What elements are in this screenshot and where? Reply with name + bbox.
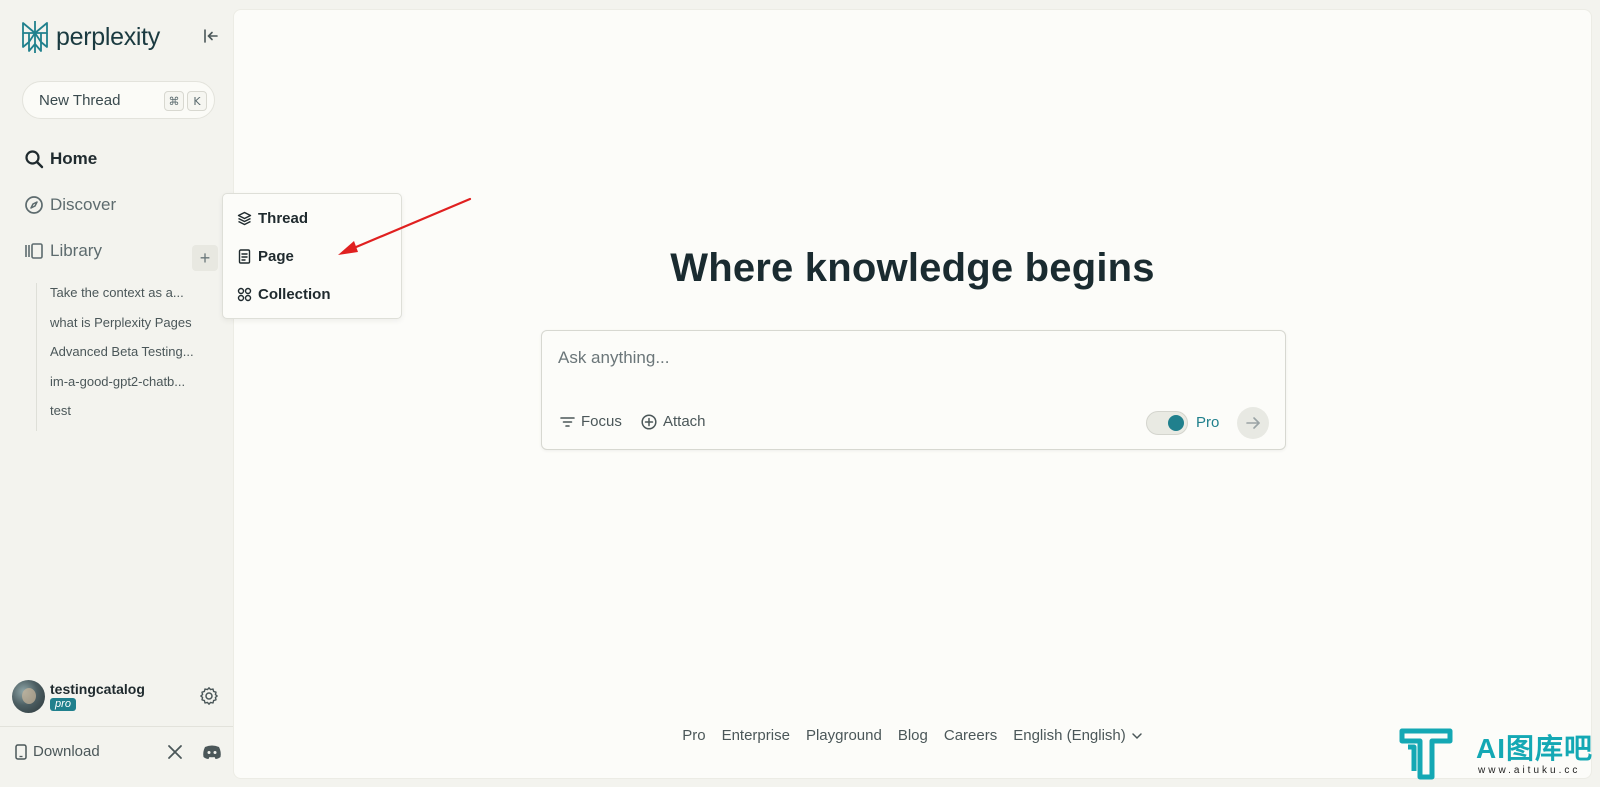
library-item[interactable]: what is Perplexity Pages [37,313,206,343]
user-info: testingcatalog pro [50,681,145,711]
perplexity-logo-icon [22,21,48,53]
focus-button[interactable]: Focus [560,413,622,430]
pro-label: Pro [1196,414,1220,431]
sidebar-item-discover[interactable]: Discover [24,195,116,215]
menu-item-label: Collection [258,286,331,303]
footer-link-playground[interactable]: Playground [806,727,882,744]
user-profile[interactable]: testingcatalog pro [12,679,222,713]
new-thread-button[interactable]: New Thread ⌘ K [22,81,215,119]
menu-item-label: Thread [258,210,309,227]
page-icon [238,249,251,264]
footer-link-careers[interactable]: Careers [944,727,997,744]
menu-item-thread[interactable]: Thread [237,210,308,227]
phone-icon [15,743,27,760]
menu-item-label: Page [258,248,294,265]
sidebar-divider [0,726,233,727]
sidebar: perplexity New Thread ⌘ K Home Discover … [0,0,233,787]
language-selector[interactable]: English (English) [1013,727,1143,744]
avatar [12,679,45,713]
logo[interactable]: perplexity [20,20,160,54]
gear-icon[interactable] [199,686,219,706]
watermark-url: www.aituku.cc [1478,765,1581,776]
watermark-logo-icon [1399,728,1453,780]
grid-icon [237,287,252,302]
shortcut-k-key: K [187,91,207,111]
x-twitter-icon[interactable] [167,744,183,760]
footer: Pro Enterprise Playground Blog Careers E… [234,727,1591,744]
library-list: Take the context as a... what is Perplex… [36,283,206,431]
attach-label: Attach [663,413,706,430]
watermark: AI图库吧 www.aituku.cc [1398,721,1594,781]
chevron-down-icon [1132,732,1142,739]
discord-icon[interactable] [202,744,222,760]
footer-link-pro[interactable]: Pro [682,727,705,744]
pro-toggle[interactable] [1146,411,1188,435]
footer-link-enterprise[interactable]: Enterprise [722,727,790,744]
sidebar-item-label: Home [50,149,98,168]
pro-toggle-knob [1168,415,1184,431]
focus-label: Focus [581,413,622,430]
ask-box: Focus Attach Pro [541,330,1286,450]
library-item[interactable]: test [37,401,206,431]
layers-icon [237,211,252,226]
compass-icon [25,196,43,214]
search-icon [25,150,44,169]
pro-badge: pro [50,698,76,711]
library-item[interactable]: Advanced Beta Testing... [37,342,206,372]
filter-icon [560,416,575,427]
new-thread-label: New Thread [39,91,121,109]
sidebar-item-home[interactable]: Home [24,149,97,169]
sidebar-item-library[interactable]: Library [24,241,102,261]
library-item[interactable]: im-a-good-gpt2-chatb... [37,372,206,402]
collapse-sidebar-icon[interactable] [202,27,220,45]
language-label: English (English) [1013,727,1126,744]
arrow-right-icon [1246,417,1260,429]
menu-item-collection[interactable]: Collection [237,286,331,303]
shortcut-cmd-key: ⌘ [164,91,184,111]
sidebar-item-label: Library [50,241,102,260]
menu-item-page[interactable]: Page [237,248,294,265]
logo-text: perplexity [56,22,160,51]
download-label: Download [33,743,100,760]
sidebar-item-label: Discover [50,195,117,214]
library-add-button[interactable]: + [192,245,218,271]
attach-button[interactable]: Attach [641,413,706,430]
footer-link-blog[interactable]: Blog [898,727,928,744]
library-item[interactable]: Take the context as a... [37,283,206,313]
main-panel: Where knowledge begins Focus Attach Pro [233,9,1592,779]
library-icon [25,243,43,259]
submit-button[interactable] [1237,407,1269,439]
plus-circle-icon [641,413,657,430]
watermark-text: AI图库吧 [1476,733,1594,764]
ask-input[interactable] [558,348,1258,368]
user-name: testingcatalog [50,681,145,697]
annotation-arrow-icon [338,197,472,255]
download-button[interactable]: Download [15,743,100,760]
